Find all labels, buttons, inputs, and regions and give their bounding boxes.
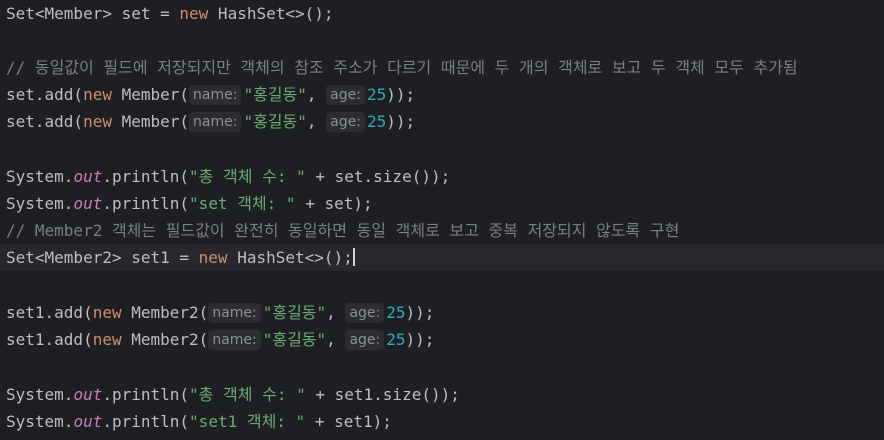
code-line-5[interactable]: set.add(new Member(name: "홍길동", age: 25)); bbox=[0, 108, 884, 135]
code-text: System. bbox=[6, 412, 74, 431]
code-text: Set<Member> set = bbox=[6, 4, 180, 23]
text-cursor bbox=[352, 248, 355, 266]
code-line-16[interactable]: System.out.println("set1 객체: " + set1); bbox=[0, 408, 884, 435]
code-text: Member2( bbox=[121, 330, 209, 349]
inlay-hint-name: name: bbox=[189, 85, 242, 105]
code-text: .println( bbox=[102, 385, 190, 404]
inlay-hint-age: age: bbox=[326, 112, 365, 132]
code-text: set.add( bbox=[6, 85, 84, 104]
code-text: System. bbox=[6, 167, 74, 186]
code-line-13[interactable]: set1.add(new Member2(name: "홍길동", age: 25)… bbox=[0, 326, 884, 353]
code-text: , bbox=[326, 303, 346, 322]
code-text: + set1); bbox=[305, 412, 392, 431]
string-literal: "홍길동" bbox=[262, 330, 327, 349]
string-literal: "총 객체 수: " bbox=[189, 385, 306, 404]
code-line-15[interactable]: System.out.println("총 객체 수: " + set1.siz… bbox=[0, 381, 884, 408]
code-text: Member( bbox=[111, 112, 190, 131]
static-field-out: out bbox=[73, 194, 103, 213]
code-text: System. bbox=[6, 385, 74, 404]
code-text: Set<Member2> set1 = bbox=[6, 248, 199, 267]
code-line-11[interactable] bbox=[0, 272, 884, 299]
code-line-1[interactable]: Set<Member> set = new HashSet<>(); bbox=[0, 0, 884, 27]
code-line-8[interactable]: System.out.println("set 객체: " + set); bbox=[0, 190, 884, 217]
code-comment: // Member2 객체는 필드값이 완전히 동일하면 동일 객체로 보고 중… bbox=[6, 221, 680, 240]
code-editor[interactable]: Set<Member> set = new HashSet<>(); // 동일… bbox=[0, 0, 884, 440]
code-text: HashSet<>(); bbox=[208, 4, 334, 23]
number-literal: 25 bbox=[386, 303, 406, 322]
string-literal: "홍길동" bbox=[243, 85, 307, 104]
inlay-hint-name: name: bbox=[208, 330, 261, 350]
static-field-out: out bbox=[73, 412, 103, 431]
string-literal: "set1 객체: " bbox=[189, 412, 306, 431]
code-text: + set1.size()); bbox=[305, 385, 460, 404]
code-line-12[interactable]: set1.add(new Member2(name: "홍길동", age: 25)… bbox=[0, 299, 884, 326]
code-text: + set.size()); bbox=[305, 167, 451, 186]
code-line-14[interactable] bbox=[0, 354, 884, 381]
code-text: + set); bbox=[295, 194, 373, 213]
code-text: set1.add( bbox=[6, 330, 93, 349]
code-text: )); bbox=[386, 85, 416, 104]
string-literal: "홍길동" bbox=[262, 303, 327, 322]
keyword-new: new bbox=[92, 330, 122, 349]
code-line-9[interactable]: // Member2 객체는 필드값이 완전히 동일하면 동일 객체로 보고 중… bbox=[0, 217, 884, 244]
inlay-hint-name: name: bbox=[208, 303, 261, 323]
number-literal: 25 bbox=[366, 85, 387, 104]
code-line-3[interactable]: // 동일값이 필드에 저장되지만 객체의 참조 주소가 다르기 때문에 두 개… bbox=[0, 54, 884, 81]
string-literal: "홍길동" bbox=[243, 112, 307, 131]
code-text: .println( bbox=[102, 194, 190, 213]
code-text: .println( bbox=[102, 412, 190, 431]
inlay-hint-age: age: bbox=[345, 303, 385, 323]
code-text: set1.add( bbox=[6, 303, 93, 322]
inlay-hint-name: name: bbox=[189, 112, 242, 132]
code-line-7[interactable]: System.out.println("총 객체 수: " + set.size… bbox=[0, 163, 884, 190]
keyword-new: new bbox=[179, 4, 209, 23]
code-text: HashSet<>(); bbox=[227, 248, 353, 267]
keyword-new: new bbox=[83, 112, 112, 131]
inlay-hint-age: age: bbox=[326, 85, 365, 105]
inlay-hint-age: age: bbox=[345, 330, 385, 350]
code-text: set.add( bbox=[6, 112, 84, 131]
code-line-2[interactable] bbox=[0, 27, 884, 54]
string-literal: "set 객체: " bbox=[189, 194, 296, 213]
keyword-new: new bbox=[92, 303, 122, 322]
code-comment: // 동일값이 필드에 저장되지만 객체의 참조 주소가 다르기 때문에 두 개… bbox=[6, 58, 798, 77]
code-text: )); bbox=[405, 330, 435, 349]
static-field-out: out bbox=[73, 385, 103, 404]
code-text: , bbox=[326, 330, 346, 349]
string-literal: "총 객체 수: " bbox=[189, 167, 306, 186]
code-text: , bbox=[306, 112, 327, 131]
static-field-out: out bbox=[73, 167, 103, 186]
keyword-new: new bbox=[83, 85, 112, 104]
code-text: , bbox=[306, 85, 327, 104]
code-line-10[interactable]: Set<Member2> set1 = new HashSet<>(); bbox=[0, 244, 884, 271]
code-text: .println( bbox=[102, 167, 190, 186]
code-text: Member( bbox=[111, 85, 190, 104]
keyword-new: new bbox=[198, 248, 228, 267]
number-literal: 25 bbox=[366, 112, 387, 131]
code-text: Member2( bbox=[121, 303, 209, 322]
code-text: )); bbox=[386, 112, 416, 131]
number-literal: 25 bbox=[386, 330, 406, 349]
code-line-4[interactable]: set.add(new Member(name: "홍길동", age: 25)); bbox=[0, 81, 884, 108]
code-text: System. bbox=[6, 194, 74, 213]
code-line-6[interactable] bbox=[0, 135, 884, 162]
code-text: )); bbox=[405, 303, 435, 322]
